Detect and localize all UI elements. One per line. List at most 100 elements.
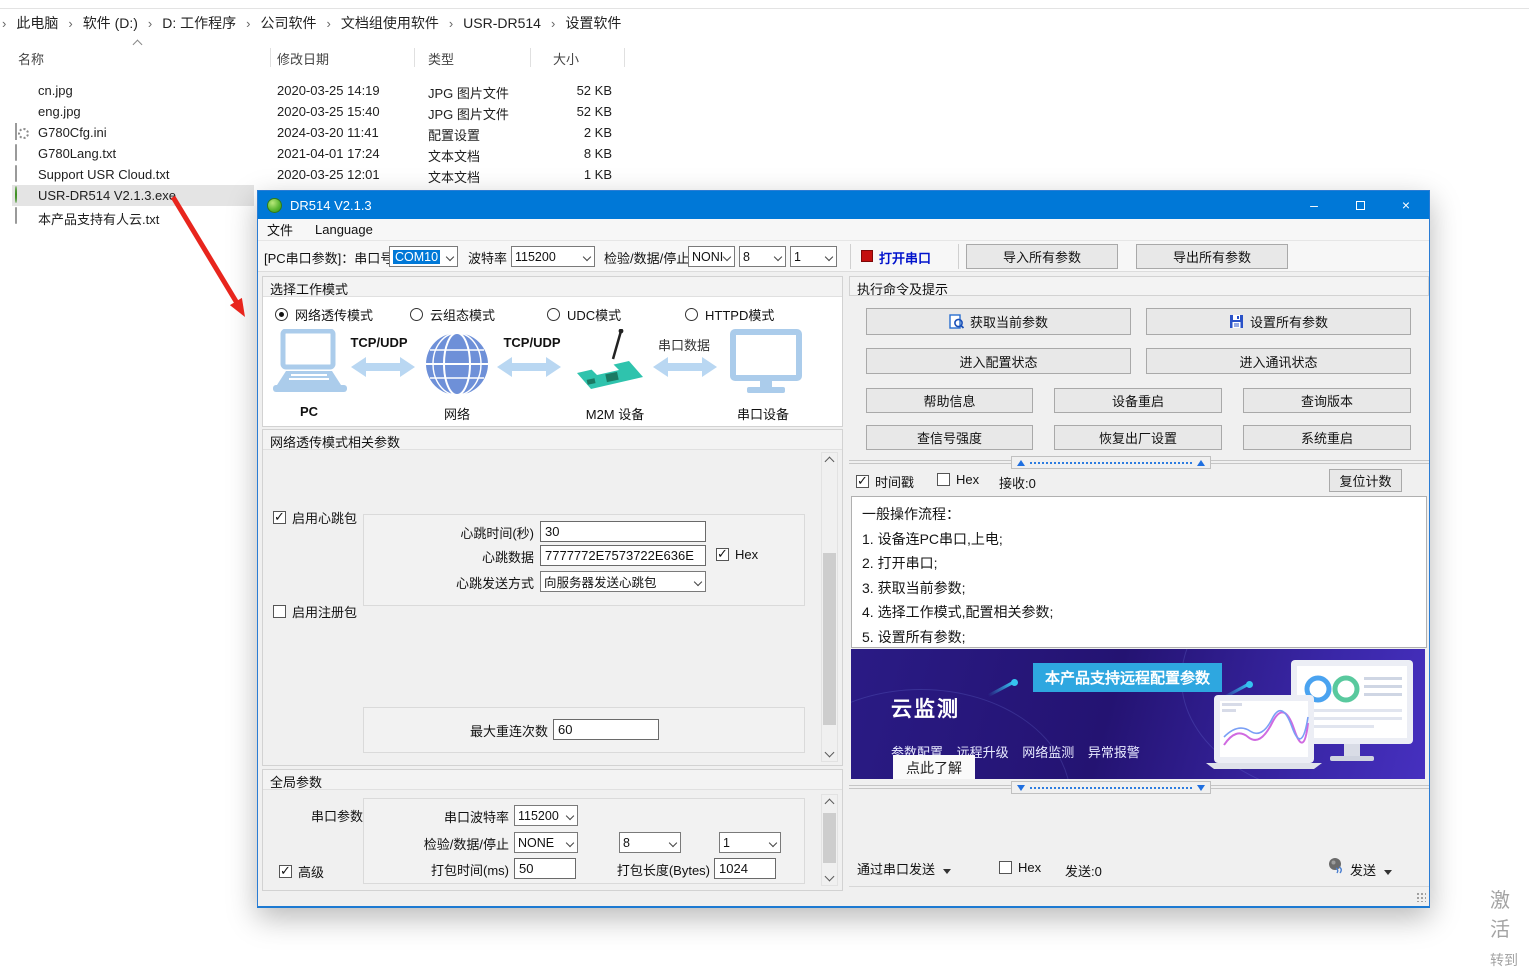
splitter-grip[interactable]	[1011, 456, 1211, 469]
scroll-up-icon[interactable]	[825, 457, 835, 467]
scroll-up-icon[interactable]	[825, 799, 835, 809]
checkbox-unchecked-icon	[937, 473, 950, 486]
chevron-right-icon: ›	[326, 16, 330, 31]
send-button-label: 发送	[1350, 863, 1376, 878]
scroll-down-icon[interactable]	[825, 748, 835, 758]
breadcrumb-work-programs[interactable]: D: 工作程序	[162, 13, 236, 33]
file-date: 2024-03-20 11:41	[277, 125, 379, 140]
factory-reset-button[interactable]: 恢复出厂设置	[1054, 425, 1222, 450]
maximize-button[interactable]	[1337, 191, 1383, 219]
column-type[interactable]: 类型	[428, 49, 454, 68]
radio-cloud-scada-mode[interactable]: 云组态模式	[410, 305, 495, 324]
menu-language[interactable]: Language	[315, 222, 373, 237]
heartbeat-hex-checkbox[interactable]: Hex	[716, 547, 758, 562]
window-title: DR514 V2.1.3	[290, 198, 372, 213]
max-reconnect-input[interactable]: 60	[553, 719, 659, 740]
radio-label: HTTPD模式	[705, 305, 774, 324]
heartbeat-time-input[interactable]: 30	[540, 521, 706, 542]
breadcrumb-doc-group-software[interactable]: 文档组使用软件	[341, 13, 439, 33]
splitter-handle[interactable]	[849, 456, 1429, 469]
button-label: 恢复出厂设置	[1099, 428, 1177, 447]
checkbox-checked-icon	[273, 511, 286, 524]
column-name[interactable]: 名称	[18, 49, 44, 68]
breadcrumb-settings-software[interactable]: 设置软件	[565, 13, 621, 33]
open-serial-button[interactable]: 打开串口	[879, 248, 931, 267]
file-type: JPG 图片文件	[428, 83, 509, 102]
radio-selected-icon	[275, 308, 288, 321]
get-current-params-button[interactable]: 获取当前参数	[866, 308, 1131, 335]
device-restart-button[interactable]: 设备重启	[1054, 388, 1222, 413]
advanced-checkbox[interactable]: 高级	[279, 862, 324, 881]
signal-strength-button[interactable]: 查信号强度	[866, 425, 1033, 450]
parity-select[interactable]: NONI	[688, 246, 735, 267]
send-button[interactable]: 发送	[1350, 860, 1392, 879]
caret-down-icon	[943, 869, 951, 874]
file-row[interactable]: Support USR Cloud.txt 2020-03-25 12:01 文…	[0, 164, 640, 185]
system-restart-button[interactable]: 系统重启	[1243, 425, 1411, 450]
enable-register-checkbox[interactable]: 启用注册包	[273, 602, 357, 621]
databits-select[interactable]: 8	[739, 246, 786, 267]
title-bar[interactable]: DR514 V2.1.3 – ×	[258, 191, 1429, 219]
receive-log[interactable]: 一般操作流程： 1. 设备连PC串口,上电; 2. 打开串口; 3. 获取当前参…	[851, 496, 1427, 648]
file-date: 2020-03-25 15:40	[277, 104, 380, 119]
banner-cta-button[interactable]: 点此了解	[893, 755, 975, 779]
baud-select[interactable]: 115200	[511, 246, 595, 267]
stopbits-select[interactable]: 1	[790, 246, 837, 267]
file-type: 文本文档	[428, 167, 480, 186]
enter-config-state-button[interactable]: 进入配置状态	[866, 348, 1131, 374]
radio-transparent-mode[interactable]: 网络透传模式	[275, 305, 373, 324]
set-all-params-button[interactable]: 设置所有参数	[1146, 308, 1411, 335]
global-databits-select[interactable]: 8	[619, 832, 681, 853]
radio-httpd-mode[interactable]: HTTPD模式	[685, 305, 774, 324]
reset-counter-button[interactable]: 复位计数	[1329, 469, 1402, 492]
send-hex-checkbox[interactable]: Hex	[999, 860, 1041, 875]
file-row[interactable]: G780Cfg.ini 2024-03-20 11:41 配置设置 2 KB	[0, 122, 640, 143]
query-version-button[interactable]: 查询版本	[1243, 388, 1411, 413]
timestamp-checkbox[interactable]: 时间戳	[856, 472, 914, 491]
global-params-scrollbar[interactable]	[821, 794, 838, 886]
breadcrumb-usr-dr514[interactable]: USR-DR514	[463, 15, 541, 31]
heartbeat-data-input[interactable]: 7777772E7573722E636E	[540, 545, 706, 566]
file-row[interactable]: G780Lang.txt 2021-04-01 17:24 文本文档 8 KB	[0, 143, 640, 164]
net-params-scrollbar[interactable]	[821, 452, 838, 762]
global-parity-select[interactable]: NONE	[514, 832, 578, 853]
splitter-handle[interactable]	[849, 781, 1429, 794]
receive-hex-checkbox[interactable]: Hex	[937, 472, 979, 487]
minimize-button[interactable]: –	[1291, 191, 1337, 219]
send-via-serial-dropdown[interactable]: 通过串口发送	[857, 859, 951, 878]
com-port-select[interactable]: COM10	[389, 246, 458, 267]
breadcrumb-this-pc[interactable]: 此电脑	[16, 13, 58, 33]
radio-udc-mode[interactable]: UDC模式	[547, 305, 621, 324]
breadcrumb-company-software[interactable]: 公司软件	[260, 13, 316, 33]
enter-comm-state-button[interactable]: 进入通讯状态	[1146, 348, 1411, 374]
heartbeat-mode-select[interactable]: 向服务器发送心跳包	[540, 571, 706, 592]
scroll-down-icon[interactable]	[825, 872, 835, 882]
com-port-value: COM10	[393, 250, 440, 264]
promo-banner[interactable]: 本产品支持远程配置参数 云监测 参数配置 远程升级 网络监测 异常报警 点此了解	[851, 649, 1425, 779]
resize-grip[interactable]	[1416, 892, 1426, 902]
txt-file-icon	[15, 166, 31, 182]
global-baud-select[interactable]: 115200	[514, 805, 578, 826]
import-params-button[interactable]: 导入所有参数	[966, 244, 1118, 269]
column-date[interactable]: 修改日期	[277, 49, 329, 68]
scrollbar-thumb[interactable]	[823, 813, 836, 863]
breadcrumb-drive-d[interactable]: 软件 (D:)	[83, 13, 138, 33]
column-size[interactable]: 大小	[553, 49, 579, 68]
checkbox-checked-icon	[279, 865, 292, 878]
file-row[interactable]: cn.jpg 2020-03-25 14:19 JPG 图片文件 52 KB	[0, 80, 640, 101]
help-info-button[interactable]: 帮助信息	[866, 388, 1033, 413]
pack-time-input[interactable]: 50	[514, 858, 576, 879]
menu-file[interactable]: 文件	[267, 220, 293, 239]
close-button[interactable]: ×	[1383, 191, 1429, 219]
splitter-grip[interactable]	[1011, 781, 1211, 794]
file-row[interactable]: eng.jpg 2020-03-25 15:40 JPG 图片文件 52 KB	[0, 101, 640, 122]
net-params-group-title: 网络透传模式相关参数	[263, 430, 842, 450]
scrollbar-thumb[interactable]	[823, 553, 836, 725]
pack-length-input[interactable]: 1024	[714, 858, 776, 879]
global-stopbits-select[interactable]: 1	[719, 832, 781, 853]
chevron-down-icon	[669, 838, 677, 846]
enable-heartbeat-checkbox[interactable]: 启用心跳包	[273, 508, 357, 527]
button-label: 查询版本	[1301, 391, 1353, 410]
export-params-button[interactable]: 导出所有参数	[1136, 244, 1288, 269]
button-label: 复位计数	[1339, 471, 1391, 490]
